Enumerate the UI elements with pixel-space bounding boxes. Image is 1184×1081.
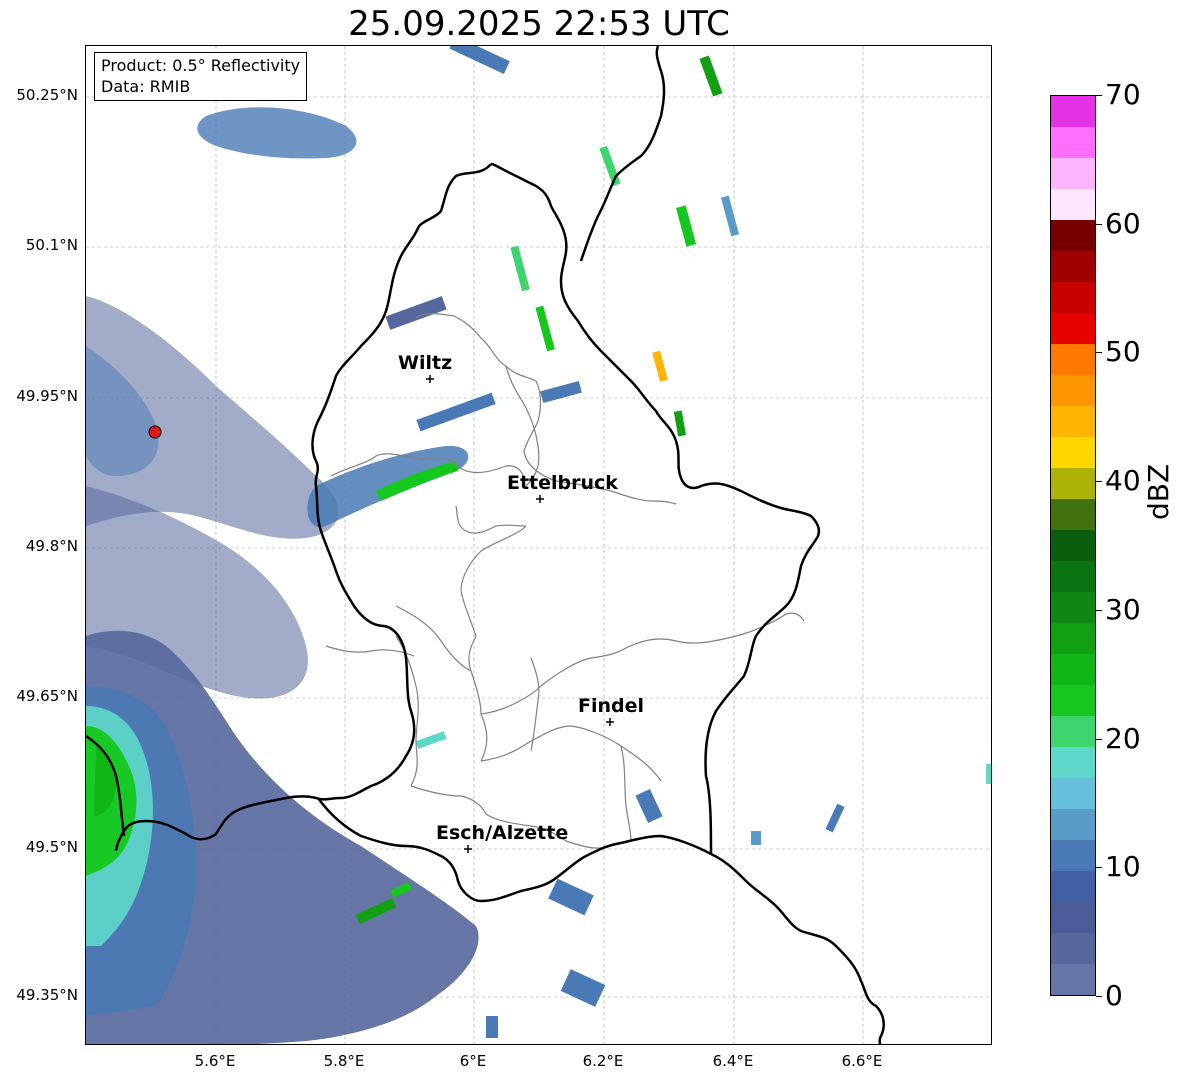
- colorbar-tick-label: 30: [1105, 592, 1141, 626]
- colorbar-tick: [1096, 867, 1102, 869]
- colorbar-segment: [1051, 499, 1095, 530]
- colorbar-segment: [1051, 654, 1095, 685]
- colorbar-tick: [1096, 223, 1102, 225]
- colorbar-segment: [1051, 220, 1095, 251]
- lat-tick-label: 50.25°N: [16, 86, 78, 104]
- colorbar-segment: [1051, 96, 1095, 127]
- colorbar: [1050, 95, 1096, 996]
- colorbar-segment: [1051, 840, 1095, 871]
- lon-tick-label: 5.6°E: [194, 1052, 236, 1070]
- colorbar-segment: [1051, 747, 1095, 778]
- city-label-esch-alzette: Esch/Alzette: [436, 822, 568, 844]
- colorbar-segment: [1051, 406, 1095, 437]
- colorbar-tick: [1096, 352, 1102, 354]
- colorbar-segment: [1051, 592, 1095, 623]
- colorbar-tick: [1096, 95, 1102, 96]
- colorbar-segment: [1051, 623, 1095, 654]
- colorbar-segment: [1051, 282, 1095, 313]
- colorbar-tick-label: 50: [1105, 335, 1141, 369]
- colorbar-segment: [1051, 127, 1095, 158]
- lat-tick-label: 49.95°N: [16, 387, 78, 405]
- colorbar-tick-label: 0: [1105, 979, 1123, 1012]
- lat-tick-label: 49.8°N: [25, 537, 78, 555]
- lon-tick-label: 6.4°E: [712, 1052, 754, 1070]
- colorbar-segment: [1051, 344, 1095, 375]
- city-label-findel: Findel: [578, 695, 644, 717]
- lat-tick-label: 49.35°N: [16, 986, 78, 1004]
- colorbar-segment: [1051, 561, 1095, 592]
- colorbar-tick: [1096, 996, 1102, 997]
- lat-tick-label: 49.65°N: [16, 687, 78, 705]
- map-title: 25.09.2025 22:53 UTC: [348, 4, 730, 44]
- lat-tick-label: 50.1°N: [25, 236, 78, 254]
- colorbar-title: dBZ: [1142, 463, 1175, 520]
- lon-tick-label: 6.6°E: [841, 1052, 883, 1070]
- colorbar-segment: [1051, 685, 1095, 716]
- radar-site-marker: [148, 425, 162, 439]
- colorbar-tick: [1096, 481, 1102, 483]
- product-label: Product: 0.5° Reflectivity: [101, 56, 301, 75]
- city-label-wiltz: Wiltz: [398, 352, 452, 374]
- colorbar-segment: [1051, 437, 1095, 468]
- city-label-ettelbruck: Ettelbruck: [507, 472, 618, 494]
- colorbar-tick-label: 40: [1105, 464, 1141, 498]
- colorbar-segment: [1051, 530, 1095, 561]
- colorbar-segment: [1051, 313, 1095, 344]
- colorbar-segment: [1051, 375, 1095, 406]
- data-source-label: Data: RMIB: [101, 77, 191, 96]
- colorbar-segment: [1051, 158, 1095, 189]
- colorbar-segment: [1051, 809, 1095, 840]
- colorbar-segment: [1051, 964, 1095, 995]
- lon-tick-label: 6.2°E: [582, 1052, 624, 1070]
- product-info-box: Product: 0.5° Reflectivity Data: RMIB: [94, 52, 308, 101]
- colorbar-segment: [1051, 902, 1095, 933]
- colorbar-segment: [1051, 189, 1095, 220]
- colorbar-segment: [1051, 933, 1095, 964]
- colorbar-tick-label: 60: [1105, 206, 1141, 240]
- colorbar-tick-label: 10: [1105, 850, 1141, 884]
- colorbar-tick: [1096, 609, 1102, 611]
- colorbar-segment: [1051, 716, 1095, 747]
- colorbar-tick: [1096, 738, 1102, 740]
- map-canvas: Wiltz Ettelbruck Findel Esch/Alzette: [86, 46, 991, 1044]
- lon-tick-label: 6°E: [459, 1052, 487, 1070]
- colorbar-segment: [1051, 778, 1095, 809]
- radar-map[interactable]: Wiltz Ettelbruck Findel Esch/Alzette: [85, 45, 992, 1045]
- lat-tick-label: 49.5°N: [25, 838, 78, 856]
- colorbar-tick-label: 20: [1105, 721, 1141, 755]
- colorbar-segment: [1051, 251, 1095, 282]
- colorbar-segment: [1051, 871, 1095, 902]
- lon-tick-label: 5.8°E: [323, 1052, 365, 1070]
- radar-echoes: [86, 46, 991, 1044]
- colorbar-tick-label: 70: [1105, 78, 1141, 111]
- colorbar-segment: [1051, 468, 1095, 499]
